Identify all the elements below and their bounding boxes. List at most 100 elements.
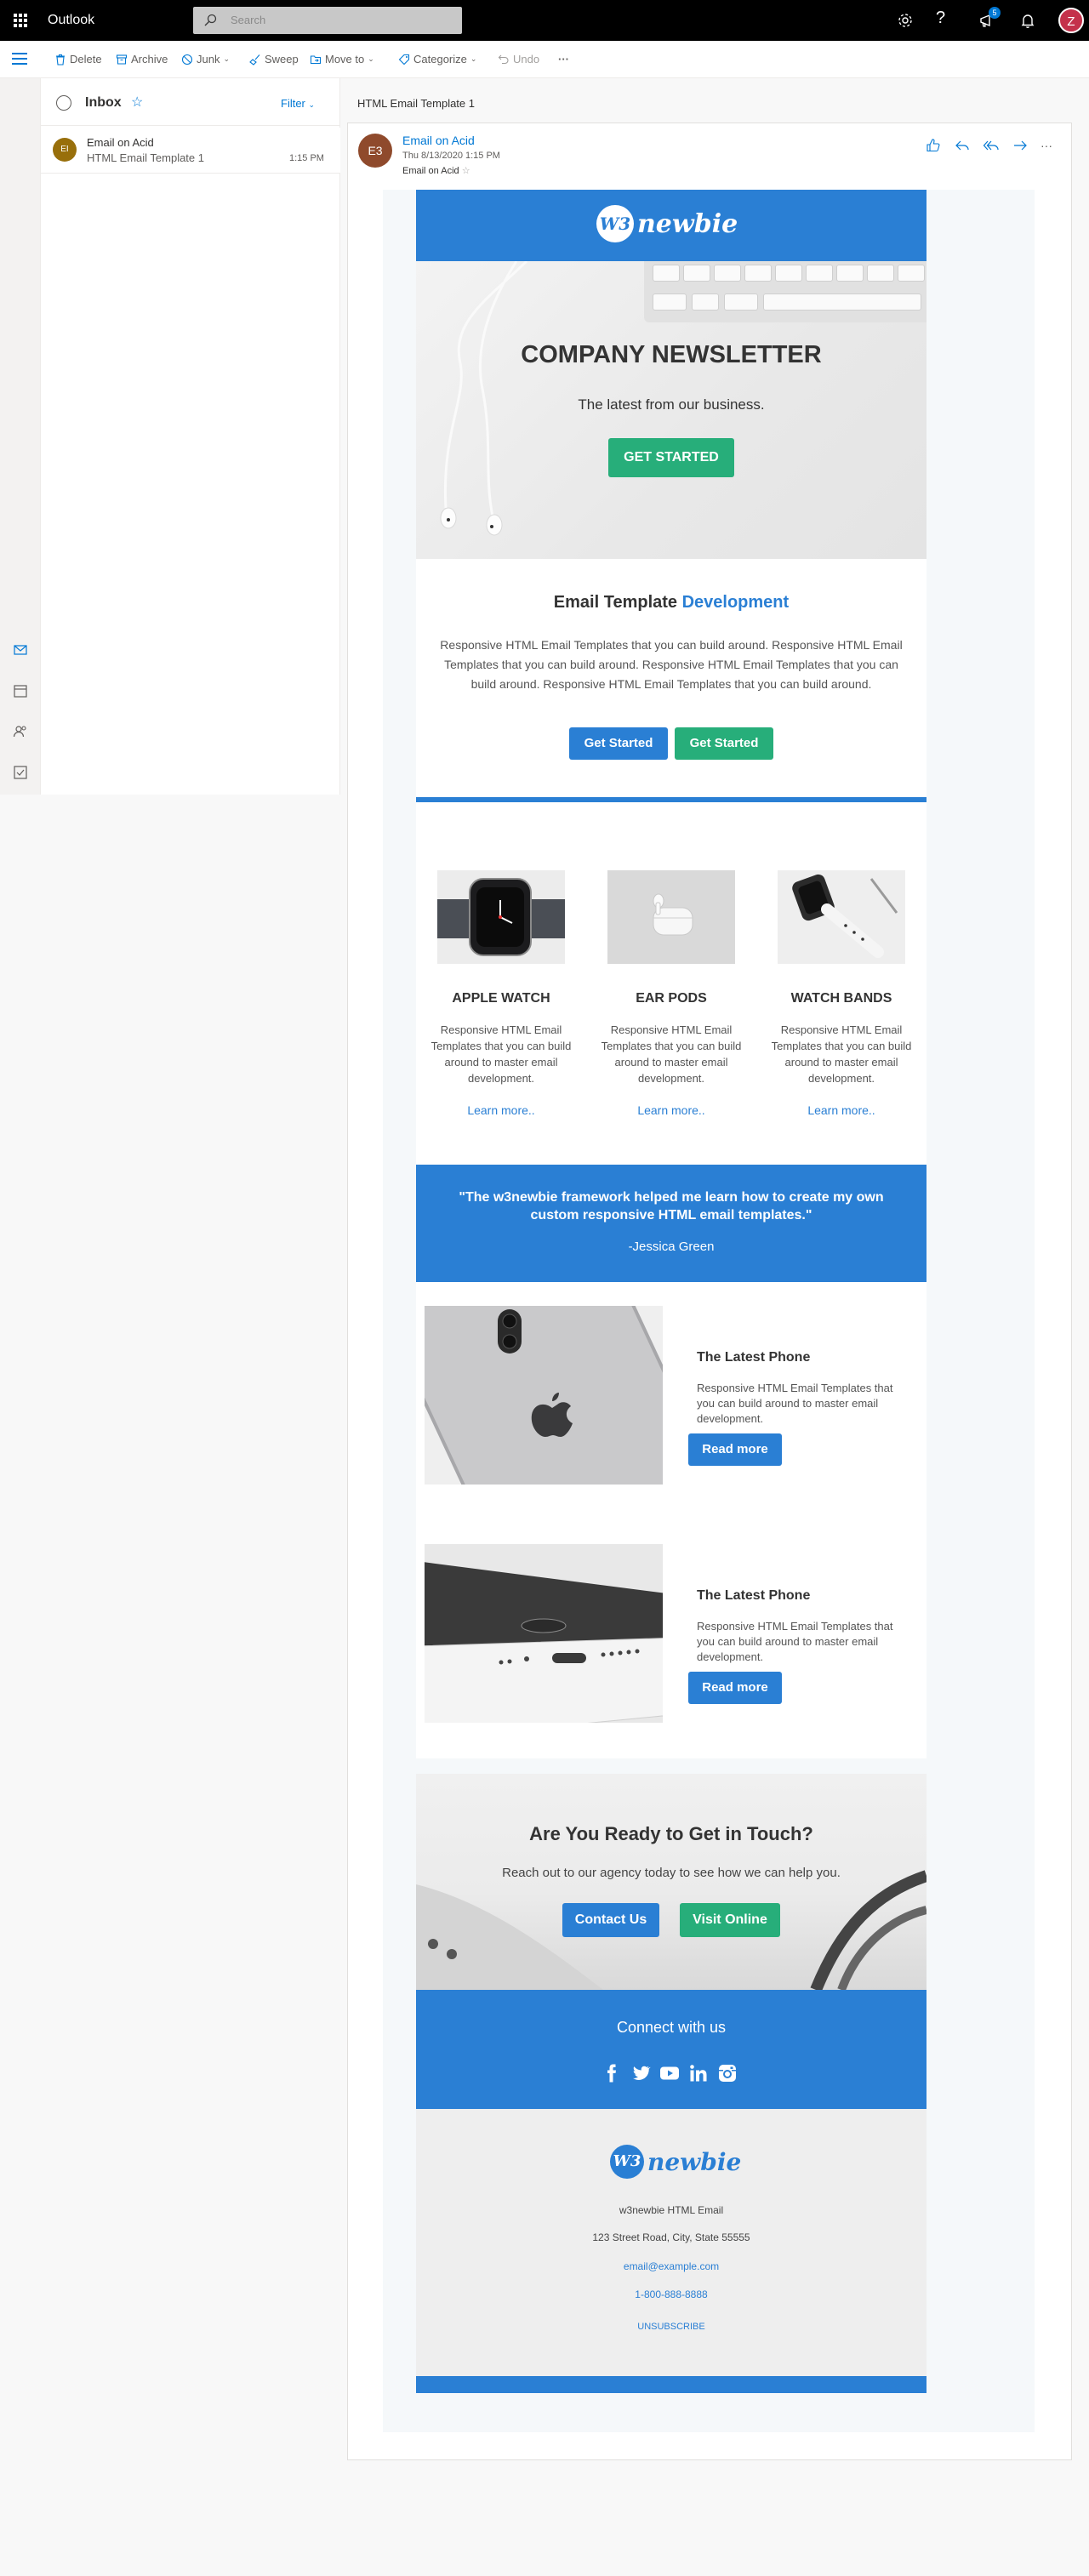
chevron-down-icon: ⌄ xyxy=(223,54,231,63)
help-icon[interactable]: ? xyxy=(936,9,945,28)
select-all-checkbox[interactable] xyxy=(56,95,71,111)
feature-row: The Latest Phone Responsive HTML Email T… xyxy=(416,1520,927,1758)
facebook-icon[interactable] xyxy=(602,2063,622,2083)
mail-sender: Email on Acid xyxy=(87,136,154,149)
message-subject: HTML Email Template 1 xyxy=(357,97,475,110)
settings-gear-icon[interactable] xyxy=(895,10,915,31)
contact-subtitle: Reach out to our agency today to see how… xyxy=(502,1866,841,1880)
filter-button[interactable]: Filter ⌄ xyxy=(281,97,315,110)
twitter-icon[interactable] xyxy=(630,2063,651,2083)
sweep-button[interactable]: Sweep xyxy=(249,53,299,66)
more-icon[interactable]: ··· xyxy=(1041,139,1058,156)
junk-icon xyxy=(181,54,193,66)
app-launcher-icon[interactable] xyxy=(14,14,27,27)
learn-more-link[interactable]: Learn more.. xyxy=(586,1103,756,1117)
product-description: Responsive HTML Email Templates that you… xyxy=(430,1023,572,1085)
contact-background-image xyxy=(416,1870,927,1990)
top-bar: Outlook Search ? 5 Z xyxy=(0,0,1089,41)
star-icon[interactable]: ☆ xyxy=(462,166,470,176)
trash-icon xyxy=(54,54,66,66)
message-list: Inbox ☆ Filter ⌄ EI Email on Acid HTML E… xyxy=(41,78,340,795)
archive-icon xyxy=(116,54,128,66)
archive-button[interactable]: Archive xyxy=(116,53,168,66)
logo-mark: W3 xyxy=(596,205,634,242)
instagram-icon[interactable] xyxy=(717,2063,738,2083)
categorize-button[interactable]: Categorize ⌄ xyxy=(398,53,476,66)
folder-move-icon xyxy=(310,54,322,66)
product-description: Responsive HTML Email Templates that you… xyxy=(601,1023,742,1085)
get-started-button[interactable]: GET STARTED xyxy=(608,438,734,477)
filter-label: Filter xyxy=(281,97,305,110)
read-more-button[interactable]: Read more xyxy=(688,1672,782,1704)
sender-avatar: EI xyxy=(53,138,77,162)
calendar-icon[interactable] xyxy=(12,682,29,699)
mail-subject: HTML Email Template 1 xyxy=(87,151,204,164)
command-bar: Delete Archive Junk ⌄ Sweep Move to ⌄ Ca… xyxy=(0,41,1089,78)
social-icons xyxy=(602,2063,738,2083)
linkedin-icon[interactable] xyxy=(688,2063,709,2083)
user-avatar[interactable]: Z xyxy=(1058,8,1084,33)
notification-badge: 5 xyxy=(989,7,1001,19)
ear-pods-image xyxy=(607,870,735,964)
people-icon[interactable] xyxy=(12,723,29,740)
youtube-icon[interactable] xyxy=(659,2063,680,2083)
learn-more-link[interactable]: Learn more.. xyxy=(416,1103,586,1117)
footer-logo-mark: W3 xyxy=(610,2145,644,2179)
feature-title: The Latest Phone xyxy=(697,1588,811,1603)
sender-avatar[interactable]: E3 xyxy=(358,134,392,168)
get-started-button-blue[interactable]: Get Started xyxy=(569,727,668,760)
categorize-label: Categorize xyxy=(413,53,467,66)
undo-button[interactable]: Undo xyxy=(498,53,539,66)
chevron-down-icon: ⌄ xyxy=(308,100,316,109)
more-actions-button[interactable]: ··· xyxy=(558,53,569,66)
move-to-label: Move to xyxy=(325,53,365,66)
search-placeholder: Search xyxy=(231,14,266,26)
unsubscribe-link[interactable]: UNSUBSCRIBE xyxy=(416,2322,927,2332)
footer-logo[interactable]: W3 newbie xyxy=(610,2145,741,2179)
apple-watch-image xyxy=(437,870,565,964)
list-item[interactable]: EI Email on Acid HTML Email Template 1 1… xyxy=(41,128,340,174)
reply-all-icon[interactable] xyxy=(983,137,1000,154)
social-section: Connect with us xyxy=(416,1990,927,2109)
contact-us-button[interactable]: Contact Us xyxy=(562,1903,659,1937)
w3newbie-logo[interactable]: W3 newbie xyxy=(596,205,738,242)
sender-name[interactable]: Email on Acid xyxy=(402,134,475,147)
search-input[interactable]: Search xyxy=(193,7,462,34)
intro-title: Email Template Development xyxy=(416,593,927,613)
junk-button[interactable]: Junk ⌄ xyxy=(181,53,230,66)
testimonial-quote: "The w3newbie framework helped me learn … xyxy=(459,1190,884,1222)
move-to-button[interactable]: Move to ⌄ xyxy=(310,53,374,66)
reply-icon[interactable] xyxy=(954,137,971,154)
like-icon[interactable] xyxy=(925,137,942,154)
mail-icon[interactable] xyxy=(12,641,29,658)
iphone-bottom-image xyxy=(425,1544,663,1723)
learn-more-link[interactable]: Learn more.. xyxy=(756,1103,927,1117)
watch-bands-image xyxy=(778,870,905,964)
visit-online-button[interactable]: Visit Online xyxy=(680,1903,780,1937)
undo-icon xyxy=(498,54,510,66)
read-more-button[interactable]: Read more xyxy=(688,1433,782,1466)
feature-description: Responsive HTML Email Templates that you… xyxy=(697,1382,893,1425)
app-title[interactable]: Outlook xyxy=(48,13,94,28)
get-started-button-green[interactable]: Get Started xyxy=(675,727,773,760)
footer-phone-link[interactable]: 1-800-888-8888 xyxy=(416,2288,927,2300)
feature-row: The Latest Phone Responsive HTML Email T… xyxy=(416,1282,927,1520)
bell-icon[interactable] xyxy=(1018,10,1038,31)
delete-button[interactable]: Delete xyxy=(54,53,102,66)
footer-email-link[interactable]: email@example.com xyxy=(416,2260,927,2272)
product-name: EAR PODS xyxy=(636,991,707,1006)
footer-address: 123 Street Road, City, State 55555 xyxy=(592,2231,750,2243)
hero-section: COMPANY NEWSLETTER The latest from our b… xyxy=(416,261,927,559)
forward-icon[interactable] xyxy=(1012,137,1029,154)
logo-text: newbie xyxy=(637,208,738,239)
todo-icon[interactable] xyxy=(12,764,29,781)
contact-section: Are You Ready to Get in Touch? Reach out… xyxy=(416,1774,927,1990)
undo-label: Undo xyxy=(513,53,540,66)
favorite-star-icon[interactable]: ☆ xyxy=(131,94,143,111)
keyboard-image xyxy=(644,261,927,322)
hamburger-menu-icon[interactable] xyxy=(12,53,27,65)
product-description: Responsive HTML Email Templates that you… xyxy=(771,1023,912,1085)
message-list-header: Inbox ☆ Filter ⌄ xyxy=(41,78,340,126)
footer-logo-text: newbie xyxy=(647,2147,742,2176)
folder-title: Inbox xyxy=(85,95,122,110)
